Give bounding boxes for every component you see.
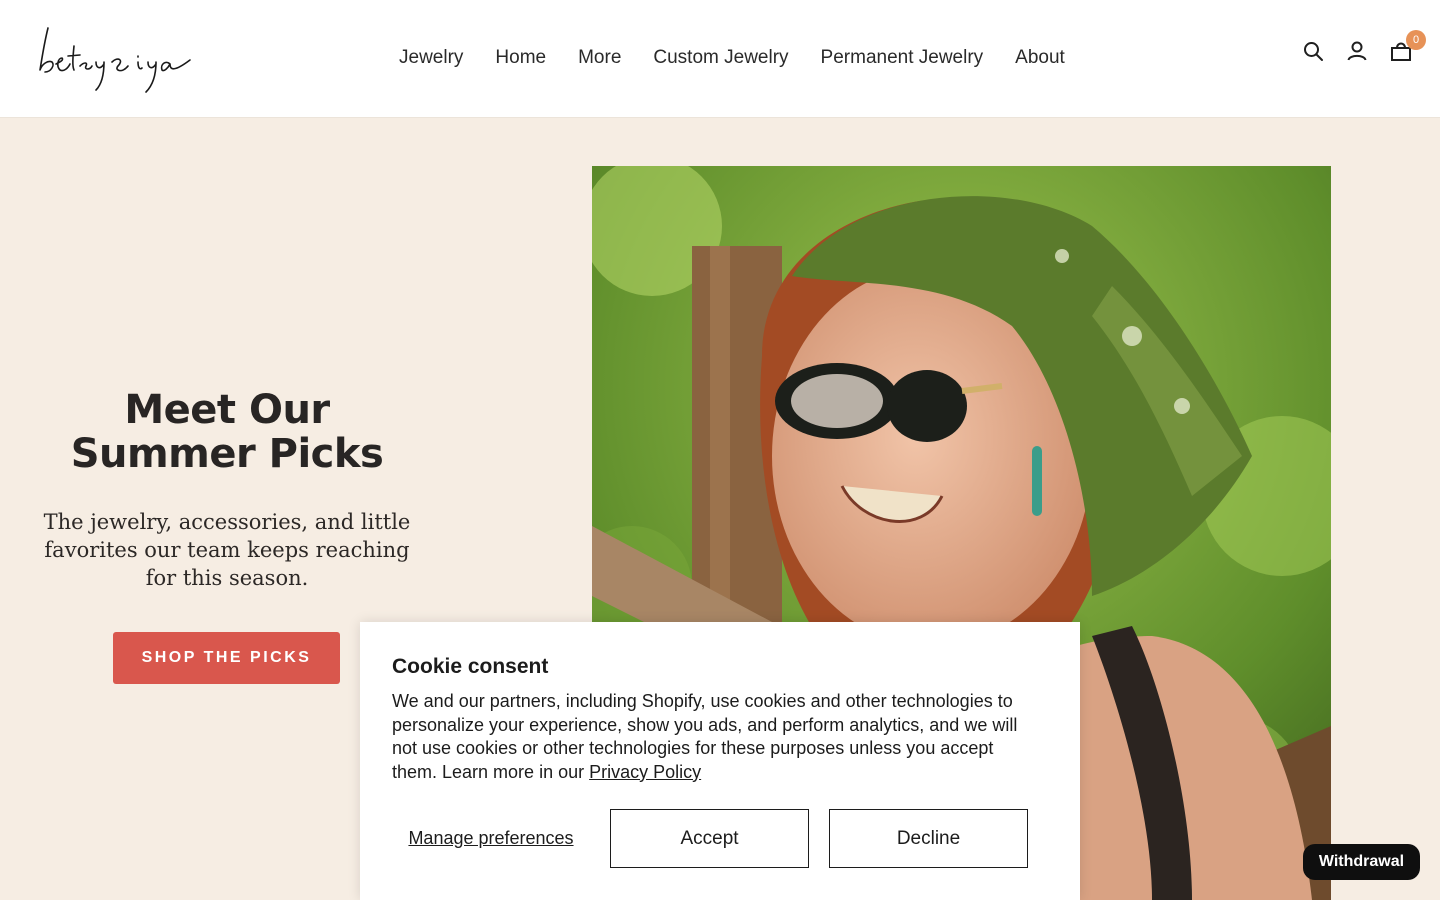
cookie-consent-dialog: Cookie consent We and our partners, incl… bbox=[360, 622, 1080, 900]
nav-custom-jewelry[interactable]: Custom Jewelry bbox=[653, 44, 788, 72]
header-actions: 0 bbox=[1302, 30, 1426, 62]
cookie-consent-body: We and our partners, including Shopify, … bbox=[392, 691, 1018, 782]
manage-preferences-button[interactable]: Manage preferences bbox=[392, 809, 590, 868]
search-icon[interactable] bbox=[1302, 40, 1324, 62]
hero-title: Meet Our Summer Picks bbox=[70, 387, 384, 477]
nav-home[interactable]: Home bbox=[495, 44, 546, 72]
cookie-consent-text: We and our partners, including Shopify, … bbox=[392, 690, 1042, 784]
cart-icon[interactable]: 0 bbox=[1390, 30, 1426, 62]
logo-script bbox=[39, 27, 191, 93]
account-icon[interactable] bbox=[1346, 40, 1368, 62]
brand-logo[interactable] bbox=[38, 24, 194, 96]
nav-permanent-jewelry[interactable]: Permanent Jewelry bbox=[821, 44, 984, 72]
nav-about[interactable]: About bbox=[1015, 44, 1065, 72]
nav-jewelry[interactable]: Jewelry bbox=[399, 44, 463, 72]
shop-the-picks-button[interactable]: SHOP THE PICKS bbox=[113, 632, 340, 684]
hero-subtitle: The jewelry, accessories, and little fav… bbox=[43, 510, 411, 590]
accept-button[interactable]: Accept bbox=[610, 809, 809, 868]
cookie-actions: Manage preferences Accept Decline bbox=[392, 809, 1048, 868]
main-navigation: Jewelry Home More Custom Jewelry Permane… bbox=[399, 44, 1065, 72]
decline-button[interactable]: Decline bbox=[829, 809, 1028, 868]
withdrawal-button[interactable]: Withdrawal bbox=[1303, 844, 1420, 880]
privacy-policy-link[interactable]: Privacy Policy bbox=[589, 762, 701, 782]
cookie-consent-title: Cookie consent bbox=[392, 655, 549, 678]
cart-count-badge: 0 bbox=[1406, 30, 1426, 50]
nav-more[interactable]: More bbox=[578, 44, 621, 72]
site-header: Jewelry Home More Custom Jewelry Permane… bbox=[0, 0, 1440, 118]
